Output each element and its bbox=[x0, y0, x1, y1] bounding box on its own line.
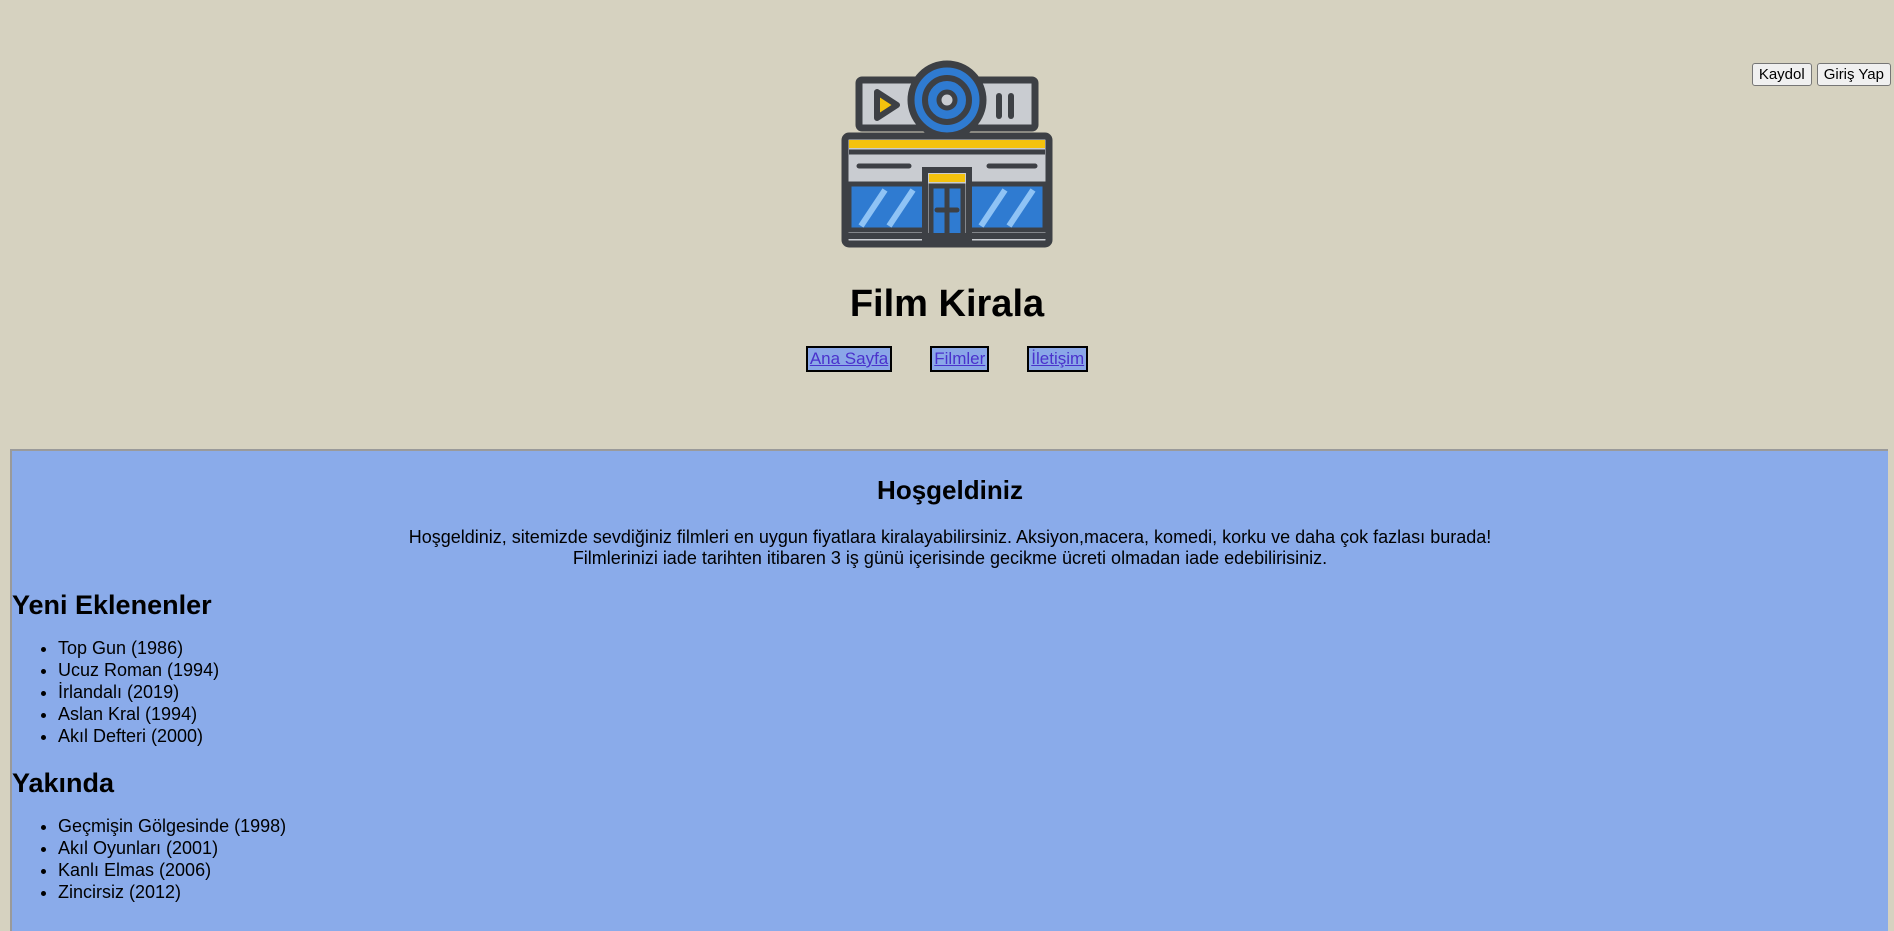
main-content: Hoşgeldiniz Hoşgeldiniz, sitemizde sevdi… bbox=[10, 449, 1888, 931]
site-header: Film Kirala Ana Sayfa Filmler İletişim bbox=[0, 60, 1894, 372]
welcome-text: Hoşgeldiniz, sitemizde sevdiğiniz filmle… bbox=[12, 527, 1888, 569]
welcome-line-2: Filmlerinizi iade tarihten itibaren 3 iş… bbox=[572, 548, 1328, 568]
list-item: Akıl Oyunları (2001) bbox=[58, 837, 1888, 859]
list-item: Aslan Kral (1994) bbox=[58, 703, 1888, 725]
new-releases-title: Yeni Eklenenler bbox=[12, 590, 212, 620]
list-item: Geçmişin Gölgesinde (1998) bbox=[58, 815, 1888, 837]
list-item: Ucuz Roman (1994) bbox=[58, 659, 1888, 681]
register-button[interactable]: Kaydol bbox=[1751, 63, 1812, 86]
nav-link-home[interactable]: Ana Sayfa bbox=[805, 346, 893, 372]
list-item: Zincirsiz (2012) bbox=[58, 881, 1888, 903]
site-title: Film Kirala bbox=[849, 283, 1045, 325]
list-item: Top Gun (1986) bbox=[58, 637, 1888, 659]
nav-link-contact[interactable]: İletişim bbox=[1027, 346, 1089, 372]
list-item: İrlandalı (2019) bbox=[58, 681, 1888, 703]
new-releases-list: Top Gun (1986) Ucuz Roman (1994) İrlanda… bbox=[12, 637, 1888, 747]
nav-link-films[interactable]: Filmler bbox=[930, 346, 990, 372]
list-item: Kanlı Elmas (2006) bbox=[58, 859, 1888, 881]
cinema-building-icon bbox=[841, 60, 1053, 248]
welcome-title: Hoşgeldiniz bbox=[877, 475, 1023, 505]
coming-soon-list: Geçmişin Gölgesinde (1998) Akıl Oyunları… bbox=[12, 815, 1888, 903]
coming-soon-title: Yakında bbox=[12, 768, 115, 798]
login-button[interactable]: Giriş Yap bbox=[1816, 63, 1891, 86]
auth-buttons: Kaydol Giriş Yap bbox=[1751, 63, 1891, 86]
welcome-line-1: Hoşgeldiniz, sitemizde sevdiğiniz filmle… bbox=[408, 527, 1492, 547]
main-nav: Ana Sayfa Filmler İletişim bbox=[0, 346, 1894, 372]
list-item: Akıl Defteri (2000) bbox=[58, 725, 1888, 747]
